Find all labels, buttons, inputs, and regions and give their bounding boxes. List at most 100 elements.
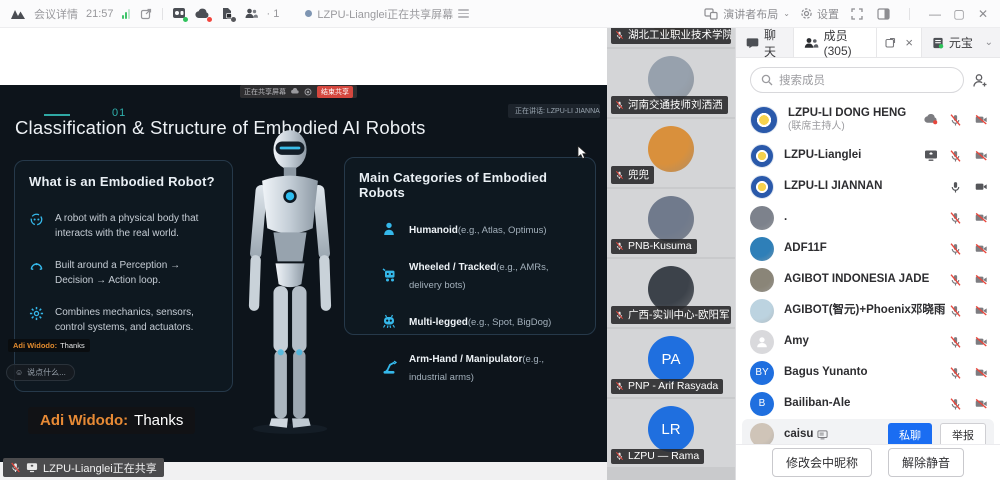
thumbnail-name-label: 河南交通技师刘洒洒 [611, 96, 728, 115]
mic-muted-icon [949, 335, 963, 349]
video-thumbnail[interactable]: PA PNP - Arif Rasyada [607, 329, 735, 397]
layout-switcher[interactable]: 演讲者布局 ⌄ [704, 6, 790, 22]
tab-chat[interactable]: 聊天 [736, 28, 793, 57]
screen-share-icon [26, 462, 38, 473]
tab-yuanbao[interactable]: 元宝 [922, 28, 978, 57]
cloud-sync-icon[interactable] [195, 6, 211, 22]
panel-footer: 修改会中昵称 解除静音 [736, 444, 1000, 480]
minimize-icon[interactable]: — [928, 7, 942, 21]
category-name: Arm-Hand / Manipulator [409, 354, 522, 365]
chat-bubble-icon [746, 37, 759, 49]
member-row[interactable]: AGIBOT INDONESIA JADE [736, 264, 1000, 295]
definition-card-title: What is an Embodied Robot? [29, 174, 218, 189]
mic-muted-icon [615, 100, 624, 110]
emoji-icon: ☺ [15, 368, 23, 377]
mic-muted-icon [949, 366, 963, 380]
thumbnail-column: 湖北工业职业技术学院... 河南交通技师刘洒洒 兜兜 PNB-Kusuma 广西… [607, 28, 735, 480]
mic-muted-icon [615, 310, 624, 320]
member-name: LZPU-LI JIANNAN [784, 180, 882, 194]
doc-lock-icon[interactable] [219, 6, 235, 22]
video-thumbnail[interactable]: 兜兜 [607, 119, 735, 187]
members-icon [804, 37, 819, 49]
member-row[interactable]: LZPU-LI JIANNAN [736, 171, 1000, 202]
avatar-photo [648, 126, 694, 172]
tab-members[interactable]: 成员(305) [793, 28, 878, 57]
panel-tabbar: 聊天 成员(305) × 元宝 ⌄ [736, 28, 1000, 58]
category-name: Wheeled / Tracked [409, 262, 496, 273]
member-name: AGIBOT INDONESIA JADE [784, 273, 929, 287]
thumbnail-name-label: 兜兜 [611, 166, 654, 185]
category-list: Humanoid(e.g., Atlas, Optimus)Wheeled / … [359, 220, 581, 385]
meeting-details-button[interactable]: 会议详情 [34, 6, 78, 22]
member-name: . [784, 211, 787, 225]
member-row[interactable]: . [736, 202, 1000, 233]
presenter-share-toolbar[interactable]: 正在共享屏幕 结束共享 [240, 85, 357, 98]
wheeled-robot-icon [381, 267, 397, 283]
fullscreen-icon[interactable] [849, 6, 865, 22]
mic-muted-icon [615, 30, 624, 40]
member-name: Amy [784, 335, 809, 349]
category-examples: (e.g., Atlas, Optimus) [458, 225, 547, 236]
meeting-window: 会议详情 21:57 · 1 [0, 0, 1000, 480]
participants-icon[interactable] [243, 6, 259, 22]
person-add-icon[interactable] [972, 73, 988, 88]
report-button[interactable]: 举报 [940, 423, 986, 445]
member-row[interactable]: ADF11F [736, 233, 1000, 264]
close-icon[interactable]: ✕ [976, 7, 990, 21]
end-share-button[interactable]: 结束共享 [317, 86, 353, 98]
mic-on-icon [949, 180, 963, 194]
thumbnail-name-label: PNB-Kusuma [611, 239, 697, 255]
mic-muted-icon [949, 242, 963, 256]
yuanbao-doc-icon [932, 37, 944, 49]
perception-loop-icon [29, 259, 44, 272]
thumbnail-name-label: LZPU — Rama [611, 449, 704, 465]
video-thumbnail[interactable]: 河南交通技师刘洒洒 [607, 49, 735, 117]
sharing-status-pill: LZPU-Lianglei正在共享 [3, 458, 164, 477]
member-row[interactable]: B Bailiban-Ale [736, 388, 1000, 419]
avatar-default [750, 330, 774, 354]
share-status: LZPU-Lianglei正在共享屏幕 [305, 6, 469, 22]
categories-card: Main Categories of Embodied Robots Human… [344, 157, 596, 335]
participant-count: · 1 [267, 8, 280, 20]
definition-bullet: A robot with a physical body that intera… [29, 211, 218, 241]
quick-reply-pill[interactable]: ☺ 说点什么... [6, 364, 75, 381]
video-thumbnail[interactable]: PNB-Kusuma [607, 189, 735, 257]
open-window-icon[interactable] [138, 6, 154, 22]
video-thumbnail[interactable]: LR LZPU — Rama [607, 399, 735, 467]
member-row[interactable]: caisu 私聊举报 [742, 419, 994, 444]
chevron-down-icon[interactable]: ⌄ [978, 28, 1000, 57]
avatar-initials: BY [750, 361, 774, 385]
mic-muted-icon [949, 273, 963, 287]
member-name: AGIBOT(智元)+Phoenix邓晓雨 [784, 304, 945, 318]
settings-button[interactable]: 设置 [800, 6, 839, 22]
search-input[interactable]: 搜索成员 [750, 67, 964, 93]
member-row[interactable]: BY Bagus Yunanto [736, 357, 1000, 388]
camera-off-icon [974, 242, 988, 256]
video-thumbnail[interactable]: 广西-实训中心-欧阳军 [607, 259, 735, 327]
audio-wave-icon [458, 9, 469, 18]
popout-icon[interactable] [885, 37, 897, 48]
video-thumbnail[interactable]: 湖北工业职业技术学院... [607, 28, 735, 47]
member-row[interactable]: LZPU-Lianglei [736, 140, 1000, 171]
private-chat-button[interactable]: 私聊 [888, 423, 932, 445]
member-row[interactable]: Amy [736, 326, 1000, 357]
mic-muted-icon [615, 381, 624, 391]
member-row[interactable]: AGIBOT(智元)+Phoenix邓晓雨 [736, 295, 1000, 326]
speaking-indicator: 正在讲话: LZPU-LI JIANNAN [508, 104, 600, 118]
mic-muted-icon [949, 397, 963, 411]
unmute-button[interactable]: 解除静音 [888, 448, 964, 477]
panel-close-icon[interactable]: × [905, 35, 913, 50]
member-name: LZPU-Lianglei [784, 149, 861, 163]
meeting-timer: 21:57 [86, 8, 114, 20]
top-toolbar: 会议详情 21:57 · 1 [0, 0, 1000, 28]
rename-button[interactable]: 修改会中昵称 [772, 448, 872, 477]
maximize-icon[interactable]: ▢ [952, 7, 966, 21]
mic-muted-icon [615, 241, 624, 251]
side-panel-icon[interactable] [875, 6, 891, 22]
member-list: LZPU-LI DONG HENG (联席主持人) LZPU-Lianglei … [736, 100, 1000, 444]
member-row[interactable]: LZPU-LI DONG HENG (联席主持人) [736, 100, 1000, 140]
robot-arm-icon [381, 359, 397, 375]
categories-card-title: Main Categories of Embodied Robots [359, 170, 581, 200]
avatar-emblem [750, 144, 774, 168]
record-icon[interactable] [171, 6, 187, 22]
